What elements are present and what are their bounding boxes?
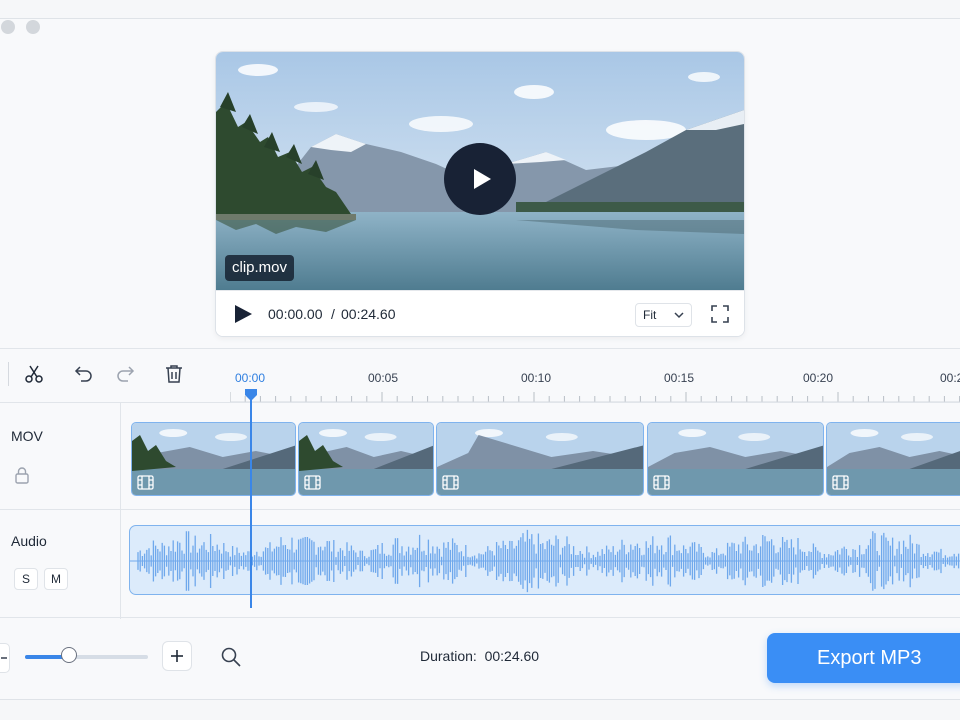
tick-label: 00:10: [521, 371, 552, 385]
chevron-down-icon: [674, 312, 684, 319]
tick-label: 00:05: [368, 371, 399, 385]
clip-thumbnail: [132, 423, 295, 495]
tick-label: 00:2: [940, 371, 960, 385]
current-time: 00:00.00: [268, 306, 323, 322]
bottom-bar: Duration: 00:24.60 Export MP3: [0, 620, 960, 698]
video-clip[interactable]: [298, 422, 434, 496]
tick-label: 00:20: [803, 371, 834, 385]
play-icon[interactable]: [232, 303, 254, 325]
zoom-slider-handle[interactable]: [61, 647, 78, 663]
redo-icon[interactable]: [115, 363, 137, 385]
total-time: 00:24.60: [341, 306, 396, 322]
fit-label: Fit: [643, 308, 657, 322]
toolbar-divider: [8, 362, 9, 386]
video-clip[interactable]: [826, 422, 960, 496]
clip-label: clip.mov: [225, 255, 295, 281]
film-icon: [304, 475, 321, 490]
zoom-slider[interactable]: [25, 655, 148, 659]
film-icon: [442, 475, 459, 490]
clip-thumbnail: [648, 423, 823, 495]
video-track-name: MOV: [11, 428, 43, 444]
tick-label: 00:00: [235, 371, 266, 385]
video-clip[interactable]: [647, 422, 824, 496]
play-overlay-button[interactable]: [444, 143, 516, 215]
duration-label: Duration:: [420, 648, 477, 664]
lock-icon[interactable]: [14, 466, 30, 484]
tick-label: 00:15: [664, 371, 695, 385]
zoom-in-button[interactable]: [162, 641, 192, 671]
search-icon[interactable]: [220, 646, 242, 668]
video-clip[interactable]: [131, 422, 296, 496]
duration-value: 00:24.60: [484, 648, 540, 664]
audio-waveform: [130, 529, 960, 593]
plus-icon: [171, 650, 183, 662]
time-separator: /: [331, 306, 335, 322]
timeline-tracks: MOV Audio S M: [0, 402, 960, 619]
window-dot[interactable]: [26, 20, 40, 34]
zoom-out-button[interactable]: [0, 643, 10, 673]
scissors-icon[interactable]: [23, 363, 45, 385]
film-icon: [832, 475, 849, 490]
undo-icon[interactable]: [72, 363, 94, 385]
fullscreen-icon[interactable]: [710, 304, 730, 324]
preview-frame: clip.mov: [216, 52, 744, 290]
track-divider: [0, 509, 960, 510]
video-preview: clip.mov 00:00.00 / 00:24.60 Fit: [215, 51, 745, 337]
playhead-handle[interactable]: [244, 388, 258, 402]
film-icon: [137, 475, 154, 490]
playhead-line: [250, 398, 252, 608]
play-icon: [474, 169, 491, 189]
audio-track-name: Audio: [11, 533, 47, 549]
solo-button[interactable]: S: [14, 568, 38, 590]
fit-select[interactable]: Fit: [635, 303, 692, 327]
mute-button[interactable]: M: [44, 568, 68, 590]
playback-controls: 00:00.00 / 00:24.60 Fit: [216, 290, 744, 336]
window-dot[interactable]: [1, 20, 15, 34]
minus-icon: [1, 657, 7, 659]
trash-icon[interactable]: [163, 363, 185, 385]
clip-thumbnail: [437, 423, 643, 495]
export-mp3-button[interactable]: Export MP3: [767, 633, 960, 683]
video-clip[interactable]: [436, 422, 644, 496]
audio-clip[interactable]: [129, 525, 960, 595]
film-icon: [653, 475, 670, 490]
duration-readout: Duration: 00:24.60: [420, 648, 539, 664]
